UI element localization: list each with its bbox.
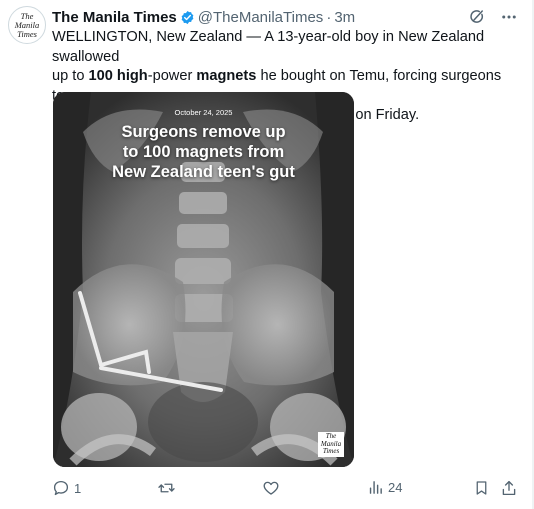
reply-button[interactable]: 1 bbox=[52, 479, 81, 497]
retweet-button[interactable] bbox=[157, 479, 176, 497]
separator-dot: · bbox=[326, 8, 332, 26]
media-logo: The Manila Times bbox=[318, 432, 344, 457]
header-actions bbox=[468, 8, 518, 26]
views-count: 24 bbox=[388, 480, 403, 495]
share-icon bbox=[502, 480, 516, 496]
tweet-text-bold: 100 high bbox=[88, 68, 148, 84]
avatar-text-line: Times bbox=[17, 28, 37, 39]
media-headline-line: New Zealand teen's gut bbox=[112, 163, 295, 181]
more-icon[interactable] bbox=[500, 8, 518, 26]
media-date: October 24, 2025 bbox=[174, 108, 233, 117]
like-button[interactable] bbox=[262, 479, 280, 497]
views-button[interactable]: 24 bbox=[367, 479, 402, 496]
tweet-text-segment: -power bbox=[147, 68, 197, 84]
reply-icon bbox=[53, 480, 69, 496]
retweet-icon bbox=[158, 483, 175, 493]
media-logo-line: Times bbox=[322, 447, 340, 456]
tweet-text-bold: magnets bbox=[196, 68, 257, 84]
tweet-media-image[interactable]: October 24, 2025 Surgeons remove up to 1… bbox=[53, 92, 354, 467]
media-headline-line: to 100 magnets from bbox=[122, 143, 285, 161]
tweet-text-segment: up to bbox=[52, 68, 89, 84]
bookmark-button[interactable] bbox=[473, 479, 490, 497]
tweet-actions-bar: 1 24 bbox=[0, 476, 534, 504]
tweet-text-line: WELLINGTON, New Zealand — A 13-year-old … bbox=[52, 29, 485, 65]
media-headline-line: Surgeons remove up bbox=[121, 123, 286, 141]
reply-count: 1 bbox=[74, 480, 82, 496]
grok-icon[interactable] bbox=[468, 8, 486, 26]
verified-badge-icon bbox=[181, 10, 194, 24]
media-headline: Surgeons remove up to 100 magnets from N… bbox=[53, 122, 354, 182]
bookmark-icon bbox=[476, 481, 487, 495]
avatar[interactable]: The Manila Times bbox=[8, 6, 46, 44]
tweet-header: The Manila Times @TheManilaTimes · 3m bbox=[52, 7, 355, 27]
account-handle[interactable]: @TheManilaTimes bbox=[198, 9, 324, 26]
views-icon bbox=[369, 481, 382, 494]
like-icon bbox=[263, 481, 279, 495]
account-name[interactable]: The Manila Times bbox=[52, 9, 177, 26]
share-button[interactable] bbox=[500, 479, 518, 497]
timestamp[interactable]: 3m bbox=[334, 9, 355, 26]
